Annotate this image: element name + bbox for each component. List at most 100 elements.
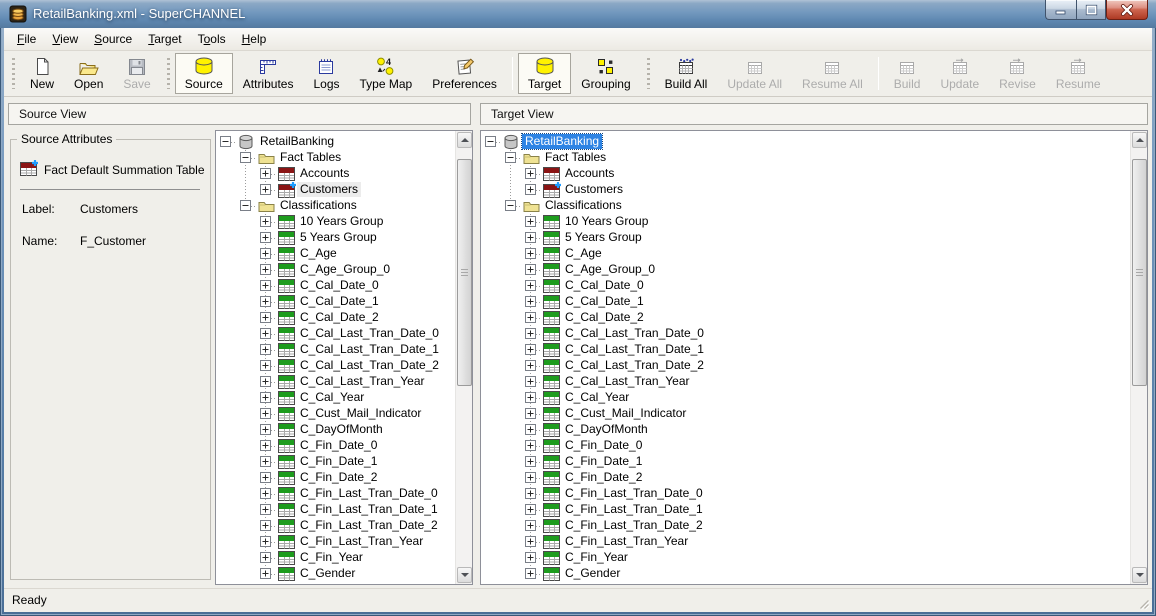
tree-item-c-cal-last-tran-year[interactable]: C_Cal_Last_Tran_Year — [297, 374, 428, 389]
expand-toggle[interactable] — [260, 328, 271, 339]
tree-item-c-fin-last-tran-date-2[interactable]: C_Fin_Last_Tran_Date_2 — [562, 518, 706, 533]
tree-item-c-cal-last-tran-date-0[interactable]: C_Cal_Last_Tran_Date_0 — [562, 326, 707, 341]
tree-item-c-fin-last-tran-date-0[interactable]: C_Fin_Last_Tran_Date_0 — [562, 486, 706, 501]
tree-item-fact-tables[interactable]: Fact Tables — [277, 150, 344, 165]
attributes-button[interactable]: Attributes — [233, 53, 304, 94]
expand-toggle[interactable] — [260, 408, 271, 419]
type-map-button[interactable]: 4Type Map — [350, 53, 423, 94]
collapse-toggle[interactable] — [240, 200, 251, 211]
tree-item-retailbanking[interactable]: RetailBanking — [257, 134, 337, 149]
grouping-button[interactable]: Grouping — [571, 53, 640, 94]
tree-item-c-cal-last-tran-date-1[interactable]: C_Cal_Last_Tran_Date_1 — [297, 342, 442, 357]
expand-toggle[interactable] — [260, 184, 271, 195]
fact-default-summation-row[interactable]: Fact Default Summation Table — [20, 160, 205, 179]
expand-toggle[interactable] — [525, 472, 536, 483]
expand-toggle[interactable] — [260, 344, 271, 355]
expand-toggle[interactable] — [525, 376, 536, 387]
tree-item-c-age[interactable]: C_Age — [297, 246, 340, 261]
expand-toggle[interactable] — [525, 328, 536, 339]
tree-item-c-gender[interactable]: C_Gender — [562, 566, 623, 581]
source-tree-scrollbar[interactable] — [455, 131, 472, 584]
tree-item-c-cal-date-2[interactable]: C_Cal_Date_2 — [297, 310, 382, 325]
expand-toggle[interactable] — [525, 456, 536, 467]
tree-item-c-cust-mail-indicator[interactable]: C_Cust_Mail_Indicator — [562, 406, 689, 421]
tree-item-c-fin-date-2[interactable]: C_Fin_Date_2 — [297, 470, 380, 485]
expand-toggle[interactable] — [260, 424, 271, 435]
expand-toggle[interactable] — [525, 264, 536, 275]
tree-item-c-cal-last-tran-date-2[interactable]: C_Cal_Last_Tran_Date_2 — [562, 358, 707, 373]
expand-toggle[interactable] — [260, 312, 271, 323]
tree-item-10-years-group[interactable]: 10 Years Group — [562, 214, 651, 229]
expand-toggle[interactable] — [525, 184, 536, 195]
tree-item-c-fin-date-0[interactable]: C_Fin_Date_0 — [297, 438, 380, 453]
collapse-toggle[interactable] — [505, 200, 516, 211]
logs-button[interactable]: Logs — [303, 53, 349, 94]
scroll-down-button[interactable] — [1132, 567, 1147, 583]
tree-item-c-cal-last-tran-date-0[interactable]: C_Cal_Last_Tran_Date_0 — [297, 326, 442, 341]
menu-view[interactable]: View — [44, 29, 86, 49]
menu-source[interactable]: Source — [86, 29, 140, 49]
resize-grip[interactable] — [1137, 597, 1150, 610]
source-button[interactable]: Source — [175, 53, 233, 94]
expand-toggle[interactable] — [260, 504, 271, 515]
tree-item-c-fin-last-tran-date-2[interactable]: C_Fin_Last_Tran_Date_2 — [297, 518, 441, 533]
scroll-up-button[interactable] — [1132, 132, 1147, 148]
tree-item-c-gender[interactable]: C_Gender — [297, 566, 358, 581]
toolbar-gripper[interactable] — [647, 58, 650, 89]
tree-item-c-cal-year[interactable]: C_Cal_Year — [562, 390, 632, 405]
collapse-toggle[interactable] — [505, 152, 516, 163]
tree-item-5-years-group[interactable]: 5 Years Group — [297, 230, 380, 245]
expand-toggle[interactable] — [260, 568, 271, 579]
expand-toggle[interactable] — [525, 168, 536, 179]
expand-toggle[interactable] — [260, 280, 271, 291]
tree-item-c-fin-last-tran-year[interactable]: C_Fin_Last_Tran_Year — [562, 534, 691, 549]
toolbar-gripper[interactable] — [12, 58, 15, 89]
tree-item-retailbanking[interactable]: RetailBanking — [522, 134, 602, 149]
tree-item-c-cal-last-tran-date-2[interactable]: C_Cal_Last_Tran_Date_2 — [297, 358, 442, 373]
titlebar[interactable]: RetailBanking.xml - SuperCHANNEL — [0, 0, 1156, 28]
expand-toggle[interactable] — [525, 488, 536, 499]
tree-item-c-cal-date-2[interactable]: C_Cal_Date_2 — [562, 310, 647, 325]
tree-item-c-fin-last-tran-date-1[interactable]: C_Fin_Last_Tran_Date_1 — [562, 502, 706, 517]
tree-item-c-cal-date-0[interactable]: C_Cal_Date_0 — [562, 278, 647, 293]
target-tree-scrollbar[interactable] — [1130, 131, 1147, 584]
tree-item-c-fin-date-1[interactable]: C_Fin_Date_1 — [297, 454, 380, 469]
tree-item-c-age-group-0[interactable]: C_Age_Group_0 — [297, 262, 393, 277]
scroll-up-button[interactable] — [457, 132, 472, 148]
tree-item-accounts[interactable]: Accounts — [562, 166, 617, 181]
expand-toggle[interactable] — [260, 232, 271, 243]
collapse-toggle[interactable] — [240, 152, 251, 163]
expand-toggle[interactable] — [260, 360, 271, 371]
expand-toggle[interactable] — [260, 472, 271, 483]
expand-toggle[interactable] — [260, 376, 271, 387]
tree-item-c-fin-year[interactable]: C_Fin_Year — [562, 550, 631, 565]
preferences-button[interactable]: Preferences — [422, 53, 507, 94]
scroll-down-button[interactable] — [457, 567, 472, 583]
tree-item-5-years-group[interactable]: 5 Years Group — [562, 230, 645, 245]
expand-toggle[interactable] — [525, 296, 536, 307]
expand-toggle[interactable] — [260, 264, 271, 275]
expand-toggle[interactable] — [260, 536, 271, 547]
tree-item-c-cal-last-tran-year[interactable]: C_Cal_Last_Tran_Year — [562, 374, 693, 389]
tree-item-c-cal-year[interactable]: C_Cal_Year — [297, 390, 367, 405]
tree-item-c-fin-last-tran-date-0[interactable]: C_Fin_Last_Tran_Date_0 — [297, 486, 441, 501]
expand-toggle[interactable] — [525, 360, 536, 371]
collapse-toggle[interactable] — [485, 136, 496, 147]
expand-toggle[interactable] — [525, 440, 536, 451]
target-button[interactable]: Target — [518, 53, 571, 94]
expand-toggle[interactable] — [260, 296, 271, 307]
tree-item-c-fin-last-tran-date-1[interactable]: C_Fin_Last_Tran_Date_1 — [297, 502, 441, 517]
tree-item-c-fin-date-0[interactable]: C_Fin_Date_0 — [562, 438, 645, 453]
tree-item-c-cal-date-1[interactable]: C_Cal_Date_1 — [297, 294, 382, 309]
maximize-button[interactable] — [1076, 0, 1106, 20]
scrollbar-thumb[interactable] — [457, 159, 472, 386]
expand-toggle[interactable] — [525, 568, 536, 579]
tree-item-c-cal-last-tran-date-1[interactable]: C_Cal_Last_Tran_Date_1 — [562, 342, 707, 357]
expand-toggle[interactable] — [525, 392, 536, 403]
tree-item-accounts[interactable]: Accounts — [297, 166, 352, 181]
expand-toggle[interactable] — [260, 248, 271, 259]
tree-item-fact-tables[interactable]: Fact Tables — [542, 150, 609, 165]
close-button[interactable] — [1106, 0, 1148, 20]
tree-item-c-age-group-0[interactable]: C_Age_Group_0 — [562, 262, 658, 277]
expand-toggle[interactable] — [260, 216, 271, 227]
